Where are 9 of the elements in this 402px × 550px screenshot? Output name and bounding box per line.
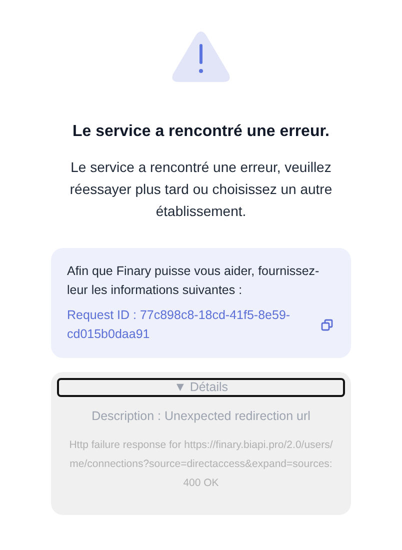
error-description: Description : Unexpected redirection url (92, 408, 310, 425)
error-title: Le service a rencontré une erreur. (72, 122, 330, 142)
warning-icon (171, 30, 231, 84)
copy-icon[interactable] (321, 319, 333, 331)
details-toggle[interactable]: ▼ Détails (57, 378, 345, 397)
help-text: Afin que Finary puisse vous aider, fournissez-leur les informations suivantes : (67, 263, 320, 299)
request-id: Request ID : 77c898c8-18cd-41f5-8e59-cd015b0daa91 (67, 307, 292, 343)
error-details: Http failure response for https://finary.biapi.pro/2.0/users/me/connections?source=directaccess&expand=sources: 400 OK (68, 438, 334, 491)
error-message: Le service a rencontré une erreur, veuillez réessayer plus tard ou choisissez un autre établissement. (68, 158, 334, 221)
